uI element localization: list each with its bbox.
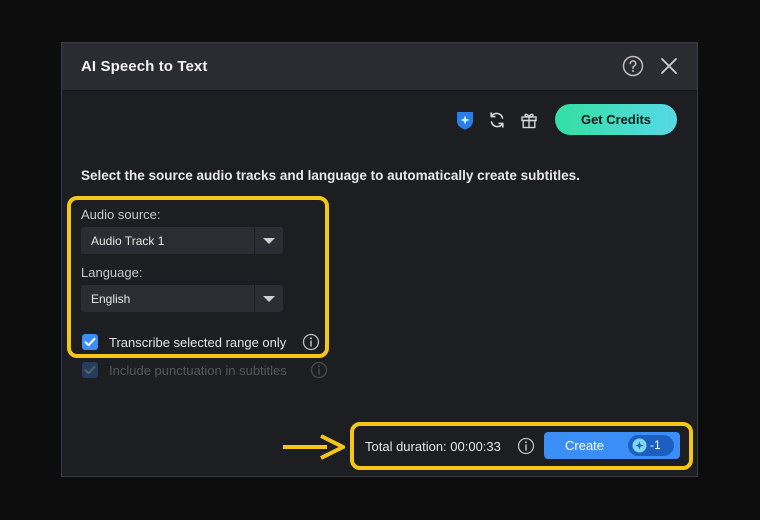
create-button[interactable]: Create -1 bbox=[544, 432, 680, 459]
create-button-label: Create bbox=[565, 438, 605, 453]
credit-shield-icon[interactable] bbox=[455, 110, 475, 130]
gift-icon[interactable] bbox=[519, 110, 539, 130]
info-icon[interactable] bbox=[517, 437, 535, 455]
get-credits-button[interactable]: Get Credits bbox=[555, 104, 677, 135]
refresh-icon[interactable] bbox=[487, 110, 507, 130]
dialog-titlebar: AI Speech to Text bbox=[62, 43, 697, 91]
credit-cost-text: -1 bbox=[650, 438, 661, 452]
credit-spark-icon bbox=[632, 438, 647, 453]
info-icon bbox=[310, 361, 328, 379]
checkmark-icon bbox=[84, 365, 96, 375]
credit-cost-badge: -1 bbox=[628, 435, 674, 456]
total-duration-text: Total duration: 00:00:33 bbox=[365, 439, 501, 454]
help-icon[interactable] bbox=[622, 55, 644, 77]
instruction-text: Select the source audio tracks and langu… bbox=[81, 168, 580, 183]
annotation-highlight-settings bbox=[67, 196, 329, 358]
dialog-title: AI Speech to Text bbox=[81, 58, 208, 75]
include-punctuation-checkbox bbox=[82, 362, 98, 378]
annotation-arrow-icon bbox=[283, 434, 345, 460]
include-punctuation-label: Include punctuation in subtitles bbox=[109, 363, 287, 378]
close-icon[interactable] bbox=[659, 56, 679, 76]
